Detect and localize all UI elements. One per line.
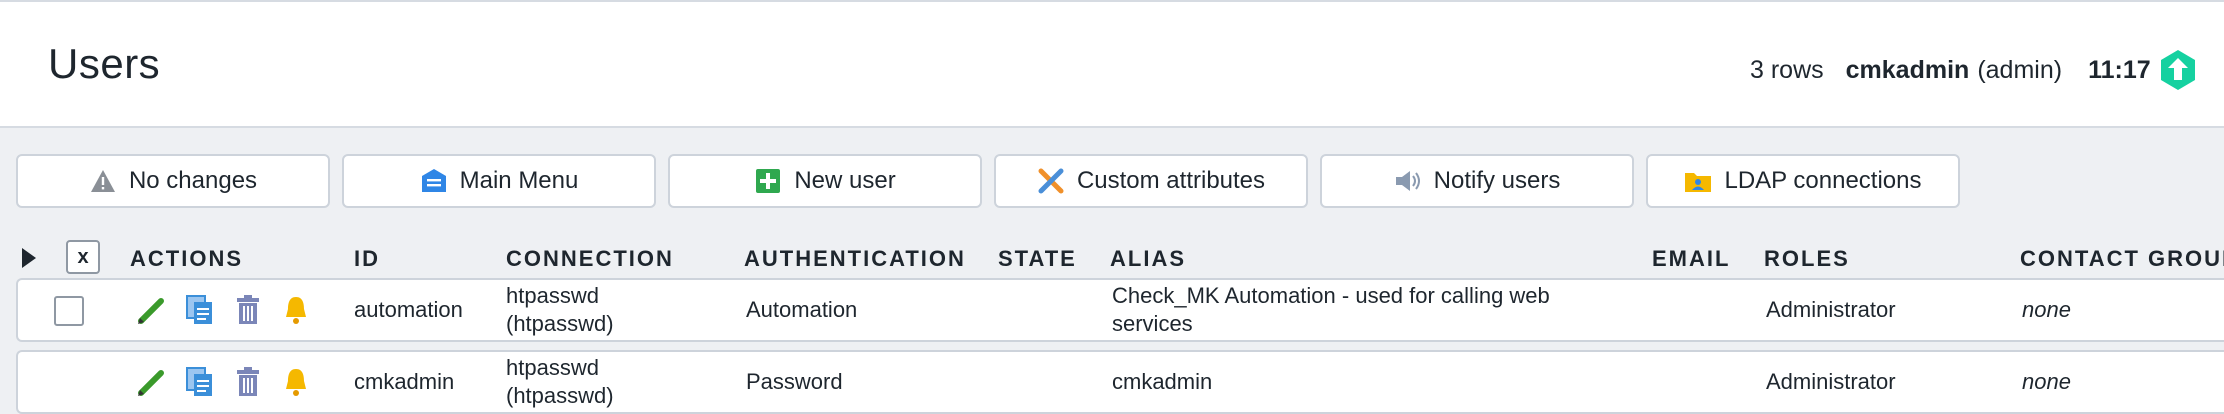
user-contact-groups: none (2022, 369, 2071, 394)
user-roles: Administrator (1766, 369, 1896, 394)
connection-name: htpasswd (506, 355, 599, 380)
column-header-email[interactable]: EMAIL (1652, 246, 1730, 272)
connection-name: htpasswd (506, 283, 599, 308)
ldap-connections-label: LDAP connections (1724, 167, 1922, 194)
users-page: Users 3 rows cmkadmin (admin) 11:17 No c… (0, 0, 2224, 414)
page-header: Users 3 rows cmkadmin (admin) 11:17 (0, 2, 2224, 128)
delete-icon[interactable] (232, 366, 264, 398)
page-title: Users (48, 40, 161, 87)
warning-icon (89, 167, 117, 195)
connection-type: (htpasswd) (506, 383, 614, 408)
column-header-contact-groups[interactable]: CONTACT GROUPS (2020, 246, 2224, 272)
user-roles: Administrator (1766, 297, 1896, 322)
column-header-alias[interactable]: ALIAS (1110, 246, 1186, 272)
connection-type: (htpasswd) (506, 311, 614, 336)
notify-users-label: Notify users (1433, 167, 1561, 194)
clone-icon[interactable] (184, 294, 216, 326)
main-menu-label: Main Menu (459, 167, 579, 194)
no-changes-button[interactable]: No changes (16, 154, 330, 208)
user-alias: cmkadmin (1112, 369, 1213, 394)
alias-line-1: Check_MK Automation - used for calling w… (1112, 283, 1550, 308)
main-content: No changes Main Menu New user Custom att… (0, 128, 2224, 414)
row-count: 3 rows (1750, 55, 1824, 84)
main-menu-button[interactable]: Main Menu (342, 154, 656, 208)
notify-users-button[interactable]: Notify users (1320, 154, 1634, 208)
column-header-actions: ACTIONS (130, 246, 243, 271)
custom-attributes-label: Custom attributes (1076, 167, 1266, 194)
user-authentication: Automation (746, 297, 858, 322)
ldap-connections-button[interactable]: LDAP connections (1646, 154, 1960, 208)
page-toolbar: No changes Main Menu New user Custom att… (16, 154, 1960, 208)
clock: 11:17 (2088, 55, 2151, 84)
user-connection: htpasswd (htpasswd) (506, 280, 614, 340)
new-user-button[interactable]: New user (668, 154, 982, 208)
column-header-authentication[interactable]: AUTHENTICATION (744, 246, 966, 272)
user-id[interactable]: cmkadmin (354, 352, 454, 412)
column-header-connection[interactable]: CONNECTION (506, 246, 674, 272)
alias-line-2: services (1112, 311, 1193, 336)
edit-icon[interactable] (136, 366, 168, 398)
clone-icon[interactable] (184, 366, 216, 398)
delete-icon[interactable] (232, 294, 264, 326)
new-user-label: New user (794, 167, 896, 194)
user-contact-groups: none (2022, 297, 2071, 322)
header-status: 3 rows cmkadmin (admin) 11:17 (1750, 48, 2195, 92)
user-alias: Check_MK Automation - used for calling w… (1112, 280, 1550, 340)
user-id[interactable]: automation (354, 280, 463, 340)
toggle-all-button[interactable]: x (66, 240, 100, 274)
row-select-checkbox[interactable] (54, 296, 84, 326)
table-header: x ACTIONS ID CONNECTION AUTHENTICATION S… (0, 236, 2224, 280)
folder-icon (1684, 167, 1712, 195)
notifications-bell-icon[interactable] (280, 294, 312, 326)
user-connection: htpasswd (htpasswd) (506, 352, 614, 412)
edit-icon[interactable] (136, 294, 168, 326)
user-role: (admin) (1977, 55, 2063, 84)
custom-attributes-button[interactable]: Custom attributes (994, 154, 1308, 208)
column-header-state[interactable]: STATE (998, 246, 1077, 272)
checkmk-logo-icon[interactable] (2160, 48, 2195, 92)
speaker-icon (1394, 167, 1422, 195)
user-authentication: Password (746, 369, 843, 394)
main-menu-icon (420, 167, 448, 195)
expand-toggle-icon[interactable] (22, 248, 36, 268)
plus-icon (754, 167, 782, 195)
user-name[interactable]: cmkadmin (1846, 56, 1970, 85)
no-changes-label: No changes (128, 167, 258, 194)
table-row: automation htpasswd (htpasswd) Automatio… (16, 278, 2224, 342)
table-row: cmkadmin htpasswd (htpasswd) Password cm… (16, 350, 2224, 414)
tools-icon (1037, 167, 1065, 195)
column-header-roles[interactable]: ROLES (1764, 246, 1850, 272)
column-header-id[interactable]: ID (354, 246, 380, 272)
notifications-bell-icon[interactable] (280, 366, 312, 398)
